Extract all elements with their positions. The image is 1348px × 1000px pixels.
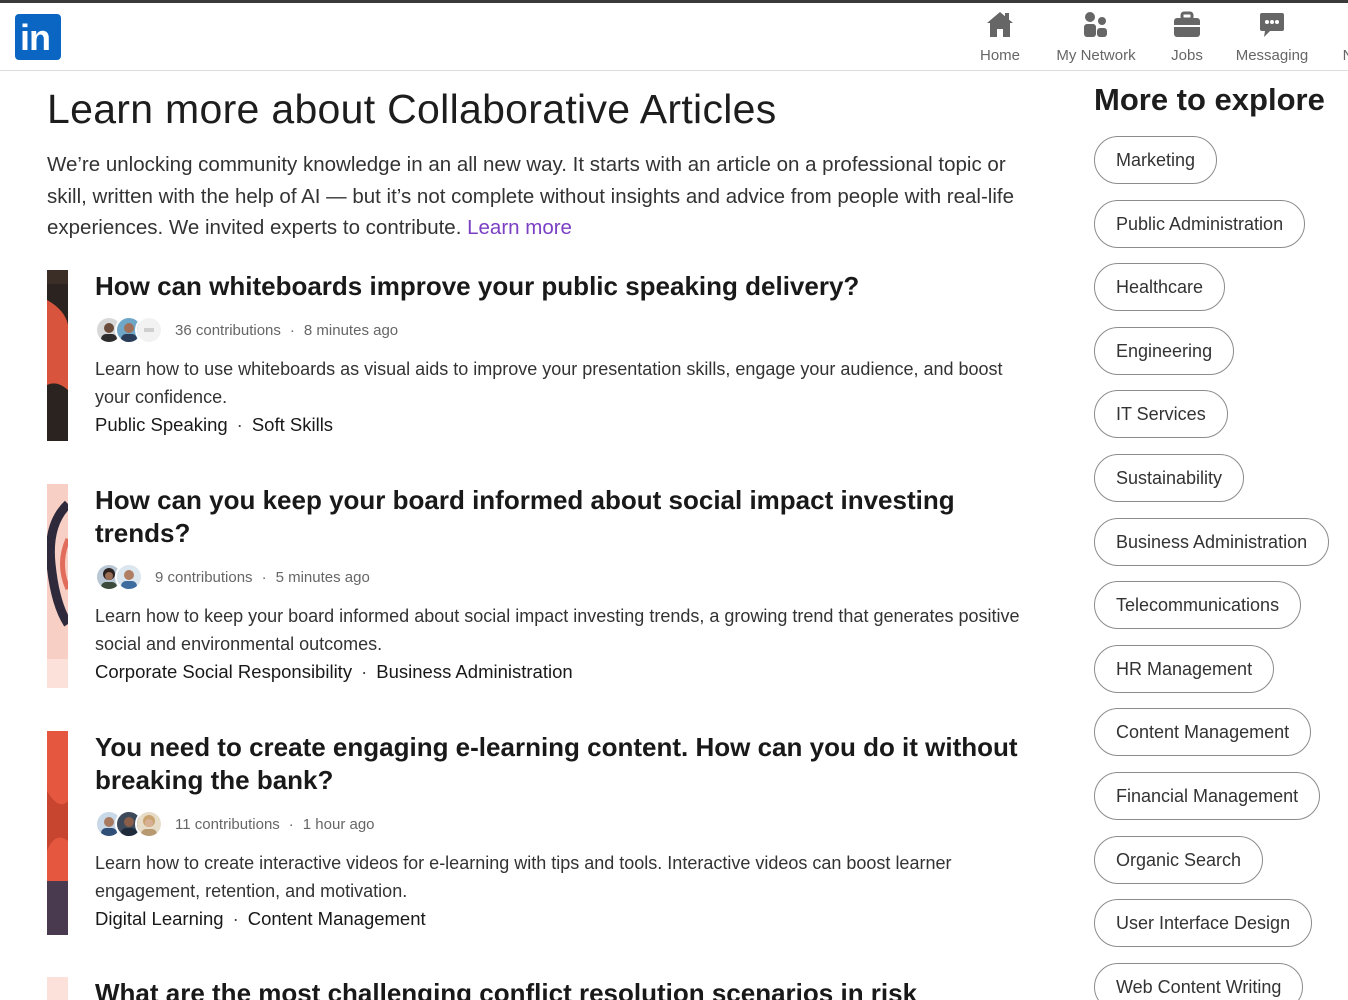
learn-more-link[interactable]: Learn more [467,216,572,239]
article-body: What are the most challenging conflict r… [95,977,1025,1000]
avatar [135,810,163,838]
article-meta: 11 contributions · 1 hour ago [95,807,1025,841]
article-body: How can whiteboards improve your public … [95,270,1025,439]
article-meta: 9 contributions · 5 minutes ago [95,560,1025,594]
nav-home[interactable]: Home [972,9,1028,64]
intro-paragraph: We’re unlocking community knowledge in a… [47,149,1027,244]
nav-messaging[interactable]: Messaging [1229,9,1315,64]
contributions-count: 11 contributions [175,815,280,833]
tag-link[interactable]: Business Administration [376,661,572,682]
nav-cutoff-label: N [1338,47,1348,64]
messaging-icon [1229,9,1315,41]
article-thumbnail[interactable] [45,484,72,688]
article-thumbnail[interactable] [47,977,68,1000]
article-timestamp: 1 hour ago [302,815,375,833]
article-title[interactable]: You need to create engaging e-learning c… [95,731,1025,797]
nav-my-network-label: My Network [1056,47,1136,64]
article-body: You need to create engaging e-learning c… [95,731,1025,933]
avatar [115,563,143,591]
nav-notifications-cutoff[interactable]: N [1338,9,1348,64]
article-title[interactable]: What are the most challenging conflict r… [95,977,1025,1000]
sidebar-title: More to explore [1094,82,1325,117]
topic-chip[interactable]: User Interface Design [1094,899,1313,948]
article-timestamp: 8 minutes ago [303,321,399,339]
topic-chip[interactable]: Business Administration [1094,517,1330,566]
topic-chip[interactable]: Sustainability [1094,453,1245,502]
article-title[interactable]: How can you keep your board informed abo… [95,484,1025,550]
home-icon [972,9,1028,41]
network-icon [1048,9,1144,41]
briefcase-icon [1161,9,1213,41]
article-tags: Digital Learning · Content Management [95,908,426,929]
global-nav: Home My Network Jobs Messaging N [0,3,1348,71]
contributor-avatars[interactable] [95,563,143,591]
topic-chip[interactable]: Content Management [1094,708,1312,757]
topic-chip[interactable]: Financial Management [1094,771,1321,820]
nav-messaging-label: Messaging [1235,47,1309,64]
avatar [135,316,163,344]
article-description: Learn how to create interactive videos f… [95,853,952,901]
tag-link[interactable]: Content Management [248,908,426,929]
article-card[interactable]: What are the most challenging conflict r… [47,977,1027,1000]
topic-chip[interactable]: Public Administration [1094,199,1306,248]
top-nav-bar: in Home My Network Jobs Messaging [0,3,1348,71]
topic-chip[interactable]: Marketing [1094,136,1218,184]
topic-chip[interactable]: Engineering [1094,326,1235,375]
tag-link[interactable]: Digital Learning [95,908,224,929]
nav-home-label: Home [979,47,1020,64]
nav-jobs[interactable]: Jobs [1161,9,1213,64]
main-content: Learn more about Collaborative Articles … [47,72,1027,244]
article-body: How can you keep your board informed abo… [95,484,1025,686]
article-tags: Public Speaking · Soft Skills [95,414,334,435]
contributions-count: 9 contributions [155,568,253,586]
article-meta: 36 contributions · 8 minutes ago [95,313,1025,347]
article-tags: Corporate Social Responsibility · Business… [95,661,573,682]
contributor-avatars[interactable] [95,316,163,344]
article-timestamp: 5 minutes ago [275,568,370,586]
nav-my-network[interactable]: My Network [1048,9,1144,64]
topic-chip[interactable]: Organic Search [1094,835,1264,884]
article-title[interactable]: How can whiteboards improve your public … [95,270,1025,303]
article-card[interactable]: How can you keep your board informed abo… [45,484,1027,689]
article-thumbnail[interactable] [47,731,68,935]
tag-link[interactable]: Soft Skills [252,414,333,435]
topic-chip[interactable]: HR Management [1094,644,1275,693]
page-title: Learn more about Collaborative Articles [47,86,777,132]
article-card[interactable]: You need to create engaging e-learning c… [47,731,1027,936]
topic-chips: Marketing Public Administration Healthca… [1094,136,1348,1000]
nav-jobs-label: Jobs [1171,47,1203,64]
topic-chip[interactable]: IT Services [1094,390,1228,439]
more-to-explore-sidebar: More to explore Marketing Public Adminis… [1094,72,1348,1000]
topic-chip[interactable]: Web Content Writing [1094,962,1304,1000]
article-card[interactable]: How can whiteboards improve your public … [47,270,1027,442]
tag-link[interactable]: Corporate Social Responsibility [95,661,352,682]
tag-link[interactable]: Public Speaking [95,414,228,435]
topic-chip[interactable]: Healthcare [1094,263,1226,312]
contributor-avatars[interactable] [95,810,163,838]
article-description: Learn how to keep your board informed ab… [95,606,1020,654]
topic-chip[interactable]: Telecommunications [1094,581,1302,630]
contributions-count: 36 contributions [175,321,281,339]
article-description: Learn how to use whiteboards as visual a… [95,359,1003,407]
article-thumbnail[interactable] [47,270,68,441]
